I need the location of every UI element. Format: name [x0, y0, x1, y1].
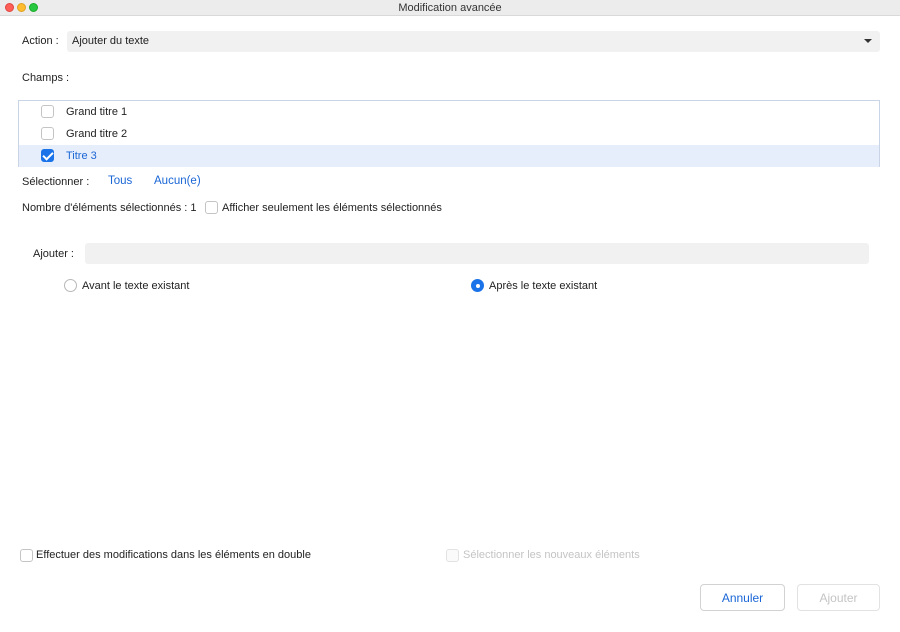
- cancel-button[interactable]: Annuler: [700, 584, 785, 611]
- add-text-input[interactable]: [85, 243, 869, 264]
- action-select-value: Ajouter du texte: [72, 35, 150, 47]
- modify-duplicates-checkbox[interactable]: [20, 549, 33, 562]
- before-existing-label[interactable]: Avant le texte existant: [82, 280, 189, 292]
- after-existing-radio[interactable]: [471, 279, 484, 292]
- modify-duplicates-label[interactable]: Effectuer des modifications dans les élé…: [36, 549, 311, 561]
- fields-label: Champs :: [22, 72, 70, 84]
- add-label: Ajouter :: [33, 248, 74, 260]
- checkbox-grand-titre-2[interactable]: [41, 127, 54, 140]
- select-none-link[interactable]: Aucun(e): [154, 175, 201, 187]
- action-select[interactable]: Ajouter du texte: [67, 31, 880, 52]
- checkbox-grand-titre-1[interactable]: [41, 105, 54, 118]
- list-item-grand-titre-1[interactable]: Grand titre 1: [19, 101, 879, 123]
- list-item-label: Titre 3: [66, 150, 97, 162]
- selected-count-label: Nombre d'éléments sélectionnés : 1: [22, 202, 197, 214]
- select-all-link[interactable]: Tous: [108, 175, 132, 187]
- list-item-titre-3[interactable]: Titre 3: [19, 145, 879, 167]
- action-label: Action :: [22, 35, 59, 47]
- checkbox-titre-3[interactable]: [41, 149, 54, 162]
- after-existing-label[interactable]: Après le texte existant: [489, 280, 597, 292]
- select-new-elements-checkbox: [446, 549, 459, 562]
- select-label: Sélectionner :: [22, 176, 90, 188]
- add-button: Ajouter: [797, 584, 880, 611]
- select-new-elements-label: Sélectionner les nouveaux éléments: [463, 549, 640, 561]
- list-item-grand-titre-2[interactable]: Grand titre 2: [19, 123, 879, 145]
- list-item-label: Grand titre 2: [66, 128, 128, 140]
- show-selected-only-checkbox[interactable]: [205, 201, 218, 214]
- show-selected-only-label[interactable]: Afficher seulement les éléments sélectio…: [222, 202, 442, 214]
- dropdown-arrow-icon: [864, 39, 872, 43]
- fields-list: Grand titre 1 Grand titre 2 Titre 3: [18, 100, 880, 167]
- list-item-label: Grand titre 1: [66, 106, 128, 118]
- window-title: Modification avancée: [398, 2, 502, 14]
- before-existing-radio[interactable]: [64, 279, 77, 292]
- title-bar: Modification avancée: [0, 0, 900, 16]
